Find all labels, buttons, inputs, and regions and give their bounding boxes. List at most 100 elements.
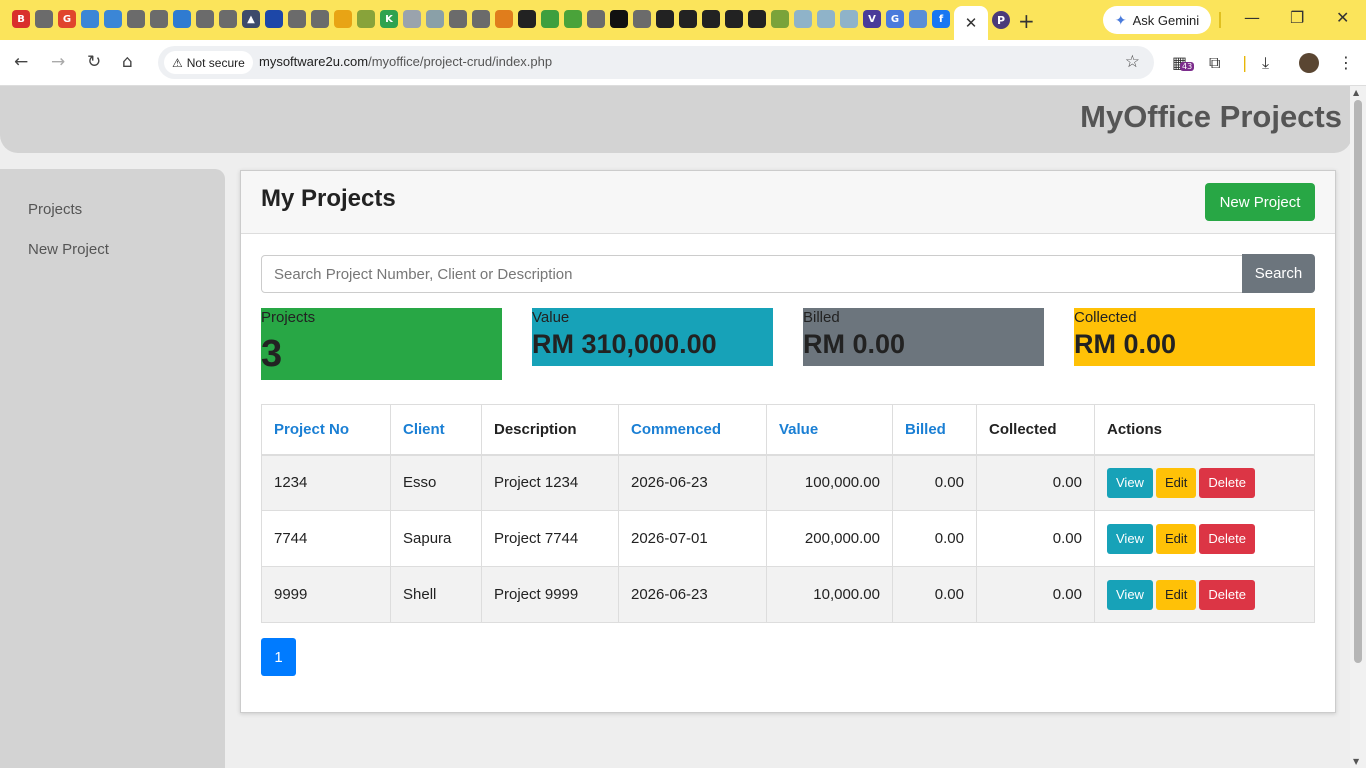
- forward-icon[interactable]: →: [51, 52, 65, 72]
- page-content: MyOffice Projects Projects New Project M…: [0, 86, 1350, 768]
- tab-favicon-icon[interactable]: G: [58, 10, 76, 28]
- close-tab-icon[interactable]: ✕: [965, 14, 978, 32]
- tab-favicon-icon[interactable]: [127, 10, 145, 28]
- tab-favicon-icon[interactable]: [81, 10, 99, 28]
- not-secure-label: Not secure: [186, 55, 245, 70]
- not-secure-chip[interactable]: ⚠ Not secure: [164, 51, 253, 74]
- tab-favicon-icon[interactable]: V: [863, 10, 881, 28]
- tab-favicon-icon[interactable]: [817, 10, 835, 28]
- sidebar: Projects New Project: [0, 169, 225, 768]
- tab-favicon-icon[interactable]: K: [380, 10, 398, 28]
- tab-favicon-icon[interactable]: [909, 10, 927, 28]
- column-header-billed[interactable]: Billed: [892, 404, 977, 456]
- delete-button[interactable]: Delete: [1199, 467, 1255, 498]
- card-header: My Projects New Project: [241, 171, 1335, 234]
- restore-icon[interactable]: ❐: [1290, 8, 1304, 27]
- new-tab-button[interactable]: +: [1018, 9, 1035, 33]
- tab-favicon-p[interactable]: P: [992, 11, 1010, 29]
- active-tab[interactable]: ✕: [954, 6, 988, 40]
- back-icon[interactable]: ←: [14, 52, 28, 72]
- tab-favicon-icon[interactable]: [495, 10, 513, 28]
- cell-billed: 0.00: [892, 566, 977, 623]
- site-brand[interactable]: MyOffice Projects: [1080, 99, 1342, 135]
- tab-favicon-icon[interactable]: ▲: [242, 10, 260, 28]
- bookmark-star-icon[interactable]: ☆: [1125, 52, 1140, 72]
- edit-button[interactable]: Edit: [1155, 523, 1197, 554]
- pagination-page-1[interactable]: 1: [261, 638, 296, 676]
- tab-favicon-icon[interactable]: [840, 10, 858, 28]
- tab-favicon-icon[interactable]: [265, 10, 283, 28]
- cell-client: Sapura: [390, 510, 482, 567]
- stat-value: RM 0.00: [1074, 329, 1177, 359]
- tab-favicon-list: B G ▲ K V Gf: [12, 10, 950, 30]
- tab-favicon-icon[interactable]: f: [932, 10, 950, 28]
- reload-icon[interactable]: ↻: [87, 52, 101, 72]
- url-text[interactable]: mysoftware2u.com/myoffice/project-crud/i…: [259, 54, 552, 69]
- address-bar[interactable]: ⚠ Not secure mysoftware2u.com/myoffice/p…: [158, 46, 1154, 79]
- close-window-icon[interactable]: ✕: [1336, 8, 1349, 27]
- column-header-commenced[interactable]: Commenced: [618, 404, 767, 456]
- delete-button[interactable]: Delete: [1199, 523, 1255, 554]
- tab-favicon-icon[interactable]: [725, 10, 743, 28]
- tab-favicon-icon[interactable]: [173, 10, 191, 28]
- tab-favicon-icon[interactable]: [311, 10, 329, 28]
- tab-favicon-icon[interactable]: [196, 10, 214, 28]
- tab-favicon-icon[interactable]: [334, 10, 352, 28]
- tab-favicon-icon[interactable]: [656, 10, 674, 28]
- view-button[interactable]: View: [1107, 579, 1153, 610]
- sidebar-item-projects[interactable]: Projects: [28, 201, 82, 218]
- tab-favicon-icon[interactable]: [610, 10, 628, 28]
- extensions-puzzle-icon[interactable]: ⧉: [1209, 53, 1220, 73]
- column-header-client[interactable]: Client: [390, 404, 482, 456]
- tab-favicon-icon[interactable]: [541, 10, 559, 28]
- tab-favicon-icon[interactable]: [794, 10, 812, 28]
- menu-icon[interactable]: ⋮: [1338, 53, 1354, 72]
- tab-favicon-icon[interactable]: G: [886, 10, 904, 28]
- column-header-project-no[interactable]: Project No: [261, 404, 391, 456]
- home-icon[interactable]: ⌂: [122, 52, 133, 72]
- download-icon[interactable]: ⤓: [1262, 53, 1269, 73]
- column-header-description: Description: [481, 404, 619, 456]
- tab-favicon-icon[interactable]: [518, 10, 536, 28]
- search-input[interactable]: [261, 255, 1243, 293]
- ask-gemini-button[interactable]: ✦ Ask Gemini: [1103, 6, 1211, 34]
- cell-billed: 0.00: [892, 510, 977, 567]
- tab-favicon-icon[interactable]: [35, 10, 53, 28]
- column-header-actions: Actions: [1094, 404, 1315, 456]
- tab-favicon-icon[interactable]: [288, 10, 306, 28]
- stat-value: RM 310,000.00: [532, 329, 717, 359]
- minimize-icon[interactable]: —: [1244, 8, 1260, 27]
- edit-button[interactable]: Edit: [1155, 579, 1197, 610]
- view-button[interactable]: View: [1107, 523, 1153, 554]
- tab-favicon-icon[interactable]: [633, 10, 651, 28]
- sidebar-item-new-project[interactable]: New Project: [28, 241, 109, 258]
- tab-favicon-icon[interactable]: [472, 10, 490, 28]
- scrollbar-thumb[interactable]: [1354, 100, 1362, 663]
- delete-button[interactable]: Delete: [1199, 579, 1255, 610]
- view-button[interactable]: View: [1107, 467, 1153, 498]
- tab-favicon-icon[interactable]: [702, 10, 720, 28]
- search-button[interactable]: Search: [1242, 254, 1315, 293]
- tab-favicon-icon[interactable]: [403, 10, 421, 28]
- tab-favicon-icon[interactable]: [748, 10, 766, 28]
- tab-favicon-icon[interactable]: [150, 10, 168, 28]
- edit-button[interactable]: Edit: [1155, 467, 1197, 498]
- tab-favicon-icon[interactable]: [564, 10, 582, 28]
- new-project-button[interactable]: New Project: [1205, 183, 1315, 221]
- tab-favicon-icon[interactable]: [219, 10, 237, 28]
- tab-favicon-icon[interactable]: [587, 10, 605, 28]
- scroll-up-icon[interactable]: ▲: [1353, 88, 1359, 97]
- cell-client: Esso: [390, 454, 482, 511]
- cell-actions: View Edit Delete: [1094, 510, 1315, 567]
- tab-favicon-icon[interactable]: B: [12, 10, 30, 28]
- tab-favicon-icon[interactable]: [426, 10, 444, 28]
- profile-avatar[interactable]: [1299, 53, 1319, 73]
- tab-favicon-icon[interactable]: [357, 10, 375, 28]
- scroll-down-icon[interactable]: ▼: [1353, 757, 1359, 766]
- tab-favicon-icon[interactable]: [449, 10, 467, 28]
- tab-favicon-icon[interactable]: [679, 10, 697, 28]
- column-header-value[interactable]: Value: [766, 404, 893, 456]
- page-scrollbar[interactable]: ▲ ▼: [1350, 86, 1366, 768]
- tab-favicon-icon[interactable]: [771, 10, 789, 28]
- tab-favicon-icon[interactable]: [104, 10, 122, 28]
